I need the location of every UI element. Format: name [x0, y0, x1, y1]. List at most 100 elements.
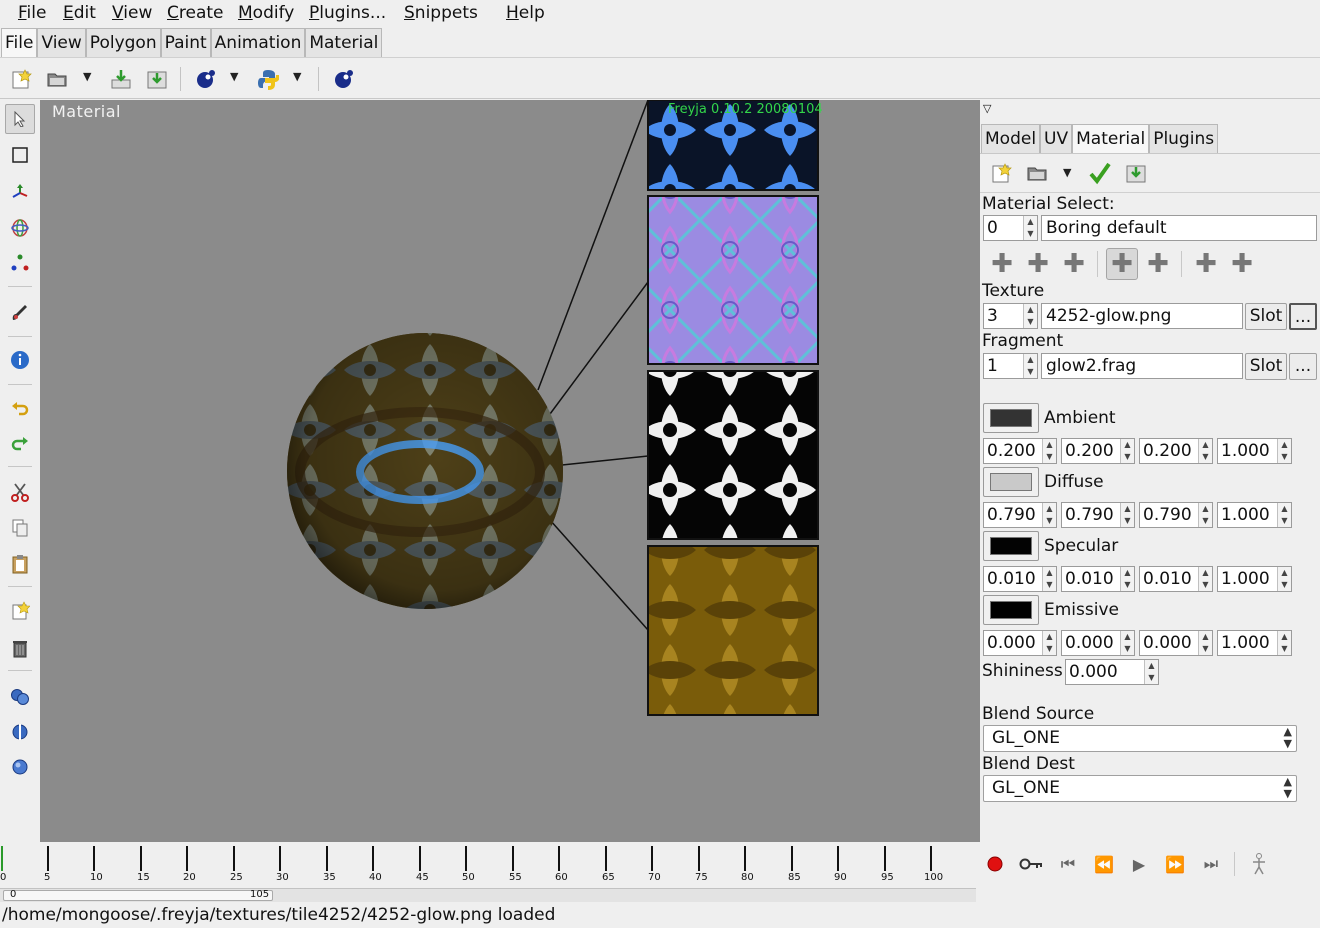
tab-uv[interactable]: UV [1040, 124, 1073, 154]
spin-arrows-icon[interactable]: ▲ ▼ [1277, 567, 1291, 591]
spin-arrows-icon[interactable]: ▲ ▼ [1198, 503, 1212, 527]
add-icon[interactable]: ✚ [1022, 248, 1054, 280]
tab-paint[interactable]: Paint [160, 28, 211, 58]
open-material-icon[interactable] [1024, 160, 1050, 186]
spin-arrows-icon[interactable]: ▲ ▼ [1023, 216, 1037, 240]
tab-animation[interactable]: Animation [210, 28, 306, 58]
redo-icon[interactable] [5, 428, 35, 458]
spin-arrows-icon[interactable]: ▲ ▼ [1120, 567, 1134, 591]
scale-icon[interactable] [5, 248, 35, 278]
tab-file[interactable]: File [1, 28, 38, 58]
tab-view[interactable]: View [37, 28, 86, 58]
export-material-icon[interactable] [1123, 160, 1149, 186]
menu-view[interactable]: View [112, 3, 152, 23]
undo-icon[interactable] [5, 393, 35, 423]
skip-to-start-icon[interactable]: ⏮ [1056, 854, 1080, 874]
open-dropdown-chevron-icon[interactable]: ▼ [83, 70, 91, 83]
move-axes-icon[interactable] [5, 178, 35, 208]
fragment-index-spinbox[interactable]: 1 ▲ ▼ [983, 353, 1038, 379]
export-icon[interactable] [144, 66, 170, 92]
scrollbar-handle[interactable] [3, 890, 273, 901]
spin-arrows-icon[interactable]: ▲ ▼ [1277, 439, 1291, 463]
merge-objects-icon[interactable] [5, 682, 35, 712]
tab-plugins[interactable]: Plugins [1149, 124, 1219, 154]
tab-material-panel[interactable]: Material [1072, 124, 1150, 154]
spin-arrows-icon[interactable]: ▲ ▼ [1198, 631, 1212, 655]
ambient-g-spinbox[interactable]: 0.200 ▲ ▼ [1061, 438, 1135, 464]
cut-scissors-icon[interactable] [5, 477, 35, 507]
info-icon[interactable] [5, 345, 35, 375]
add-icon[interactable]: ✚ [1142, 248, 1174, 280]
specular-g-spinbox[interactable]: 0.010 ▲ ▼ [1061, 566, 1135, 592]
open-material-dropdown-chevron-icon[interactable]: ▼ [1063, 166, 1071, 179]
specular-a-spinbox[interactable]: 1.000 ▲ ▼ [1217, 566, 1292, 592]
spin-arrows-icon[interactable]: ▲ ▼ [1042, 503, 1056, 527]
emissive-a-spinbox[interactable]: 1.000 ▲ ▼ [1217, 630, 1292, 656]
specular-color-button[interactable] [983, 531, 1039, 561]
import-icon[interactable] [108, 66, 134, 92]
fragment-slot-button[interactable]: Slot [1245, 353, 1287, 380]
fragment-file-field[interactable]: glow2.frag [1041, 353, 1243, 379]
delete-trash-icon[interactable] [5, 633, 35, 663]
spin-arrows-icon[interactable]: ▲ ▼ [1023, 354, 1037, 378]
spin-arrows-icon[interactable]: ▲ ▼ [1120, 503, 1134, 527]
apply-checkmark-icon[interactable] [1087, 160, 1113, 186]
tab-material[interactable]: Material [305, 28, 383, 58]
paste-clipboard-icon[interactable] [5, 549, 35, 579]
new-material-icon[interactable] [988, 160, 1014, 186]
sphere-object-icon[interactable] [5, 752, 35, 782]
emissive-r-spinbox[interactable]: 0.000 ▲ ▼ [983, 630, 1057, 656]
texture-file-field[interactable]: 4252-glow.png [1041, 303, 1243, 329]
skeleton-figure-icon[interactable] [1247, 853, 1271, 875]
spin-arrows-icon[interactable]: ▲ ▼ [1042, 439, 1056, 463]
ambient-color-button[interactable] [983, 403, 1039, 433]
fragment-browse-button[interactable]: ... [1289, 353, 1317, 380]
add-icon[interactable]: ✚ [1190, 248, 1222, 280]
material-index-spinbox[interactable]: 0 ▲ ▼ [983, 215, 1038, 241]
menu-snippets[interactable]: Snippets [404, 3, 478, 23]
texture-browse-button[interactable]: ... [1289, 303, 1317, 330]
fast-forward-icon[interactable]: ⏩ [1163, 854, 1187, 874]
open-folder-icon[interactable] [44, 66, 70, 92]
paint-brush-icon[interactable] [5, 298, 35, 328]
keyframe-key-icon[interactable] [1019, 854, 1043, 874]
play-icon[interactable]: ▶ [1127, 854, 1151, 874]
ambient-a-spinbox[interactable]: 1.000 ▲ ▼ [1217, 438, 1292, 464]
menu-file[interactable]: File [18, 3, 46, 23]
add-icon[interactable]: ✚ [1226, 248, 1258, 280]
animation-timeline[interactable]: 0 5 10 15 20 25 30 35 40 45 50 55 60 65 … [0, 842, 976, 888]
rotate-icon[interactable] [5, 213, 35, 243]
spin-arrows-icon[interactable]: ▲ ▼ [1198, 439, 1212, 463]
record-icon[interactable] [983, 854, 1007, 874]
new-file-icon[interactable] [8, 66, 34, 92]
lua-script-icon[interactable] [193, 66, 219, 92]
spin-arrows-icon[interactable]: ▲ ▼ [1277, 631, 1291, 655]
menu-create[interactable]: Create [167, 3, 224, 23]
add-icon[interactable]: ✚ [1106, 248, 1138, 280]
spin-arrows-icon[interactable]: ▲ ▼ [1144, 660, 1158, 684]
add-icon[interactable]: ✚ [986, 248, 1018, 280]
new-object-icon[interactable] [5, 596, 35, 626]
spin-arrows-icon[interactable]: ▲ ▼ [1120, 631, 1134, 655]
menu-edit[interactable]: Edit [63, 3, 96, 23]
add-icon[interactable]: ✚ [1058, 248, 1090, 280]
specular-r-spinbox[interactable]: 0.010 ▲ ▼ [983, 566, 1057, 592]
split-object-icon[interactable] [5, 717, 35, 747]
blend-source-select[interactable]: GL_ONE ▲ ▼ [983, 725, 1297, 752]
material-name-field[interactable]: Boring default [1041, 215, 1317, 241]
rewind-icon[interactable]: ⏪ [1092, 854, 1116, 874]
spin-arrows-icon[interactable]: ▲ ▼ [1023, 304, 1037, 328]
ambient-r-spinbox[interactable]: 0.200 ▲ ▼ [983, 438, 1057, 464]
python-dropdown-chevron-icon[interactable]: ▼ [293, 70, 301, 83]
spin-arrows-icon[interactable]: ▲ ▼ [1042, 567, 1056, 591]
menu-help[interactable]: Help [506, 3, 545, 23]
diffuse-b-spinbox[interactable]: 0.790 ▲ ▼ [1139, 502, 1213, 528]
tab-model[interactable]: Model [981, 124, 1041, 154]
emissive-g-spinbox[interactable]: 0.000 ▲ ▼ [1061, 630, 1135, 656]
select-pointer-icon[interactable] [5, 104, 35, 134]
box-select-icon[interactable] [5, 140, 35, 170]
menu-modify[interactable]: Modify [238, 3, 294, 23]
spin-arrows-icon[interactable]: ▲ ▼ [1198, 567, 1212, 591]
tab-polygon[interactable]: Polygon [85, 28, 161, 58]
lua-console-icon[interactable] [331, 66, 357, 92]
